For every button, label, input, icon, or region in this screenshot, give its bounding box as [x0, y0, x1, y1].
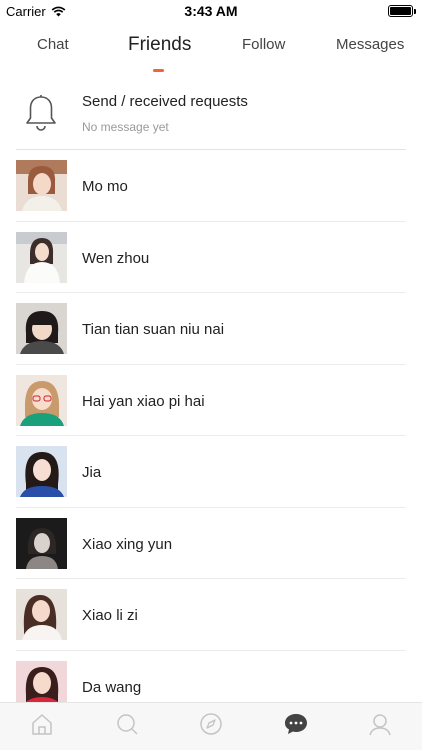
top-tabs: Chat Friends Follow Messages — [0, 34, 422, 76]
search-icon[interactable] — [114, 711, 140, 737]
home-icon[interactable] — [29, 711, 55, 737]
requests-subtitle: No message yet — [82, 120, 169, 134]
avatar[interactable] — [16, 589, 67, 640]
friend-name: Tian tian suan niu nai — [82, 321, 225, 338]
bell-icon — [26, 95, 56, 131]
tab-messages[interactable]: Messages — [336, 36, 404, 53]
active-tab-indicator — [153, 69, 164, 72]
friend-row[interactable]: Mo mo — [16, 150, 406, 222]
compass-icon[interactable] — [198, 711, 224, 737]
friend-requests-row[interactable]: Send / received requests No message yet — [16, 86, 406, 150]
avatar[interactable] — [16, 160, 67, 211]
friend-row[interactable]: Hai yan xiao pi hai — [16, 365, 406, 436]
status-bar: Carrier 3:43 AM — [0, 0, 422, 22]
friend-name: Wen zhou — [82, 249, 150, 267]
profile-icon[interactable] — [367, 711, 393, 737]
friend-name: Xiao li zi — [82, 607, 138, 624]
friend-row[interactable]: Xiao li zi — [16, 579, 406, 651]
requests-title: Send / received requests — [82, 93, 248, 110]
friend-name: Hai yan xiao pi hai — [82, 392, 205, 410]
friend-row[interactable]: Wen zhou — [16, 222, 406, 293]
avatar[interactable] — [16, 374, 67, 426]
chat-bubble-icon[interactable] — [283, 711, 309, 737]
friend-list: Mo mo Wen zhou Tian tian suan niu nai Ha… — [16, 150, 406, 722]
tab-friends[interactable]: Friends — [128, 34, 191, 56]
friend-row[interactable]: Jia — [16, 436, 406, 508]
battery-icon — [388, 5, 416, 17]
friend-name: Mo mo — [82, 178, 128, 195]
avatar[interactable] — [16, 446, 67, 497]
friend-name: Da wang — [82, 678, 142, 696]
friend-name: Jia — [82, 464, 102, 481]
tab-chat[interactable]: Chat — [37, 36, 69, 53]
bottom-nav — [0, 702, 422, 750]
friend-row[interactable]: Tian tian suan niu nai — [16, 293, 406, 365]
avatar[interactable] — [16, 517, 67, 569]
avatar[interactable] — [16, 231, 67, 283]
tab-follow[interactable]: Follow — [242, 36, 285, 53]
status-time: 3:43 AM — [184, 3, 238, 19]
friend-name: Xiao xing yun — [82, 535, 173, 553]
avatar[interactable] — [16, 303, 67, 354]
friend-row[interactable]: Xiao xing yun — [16, 508, 406, 579]
